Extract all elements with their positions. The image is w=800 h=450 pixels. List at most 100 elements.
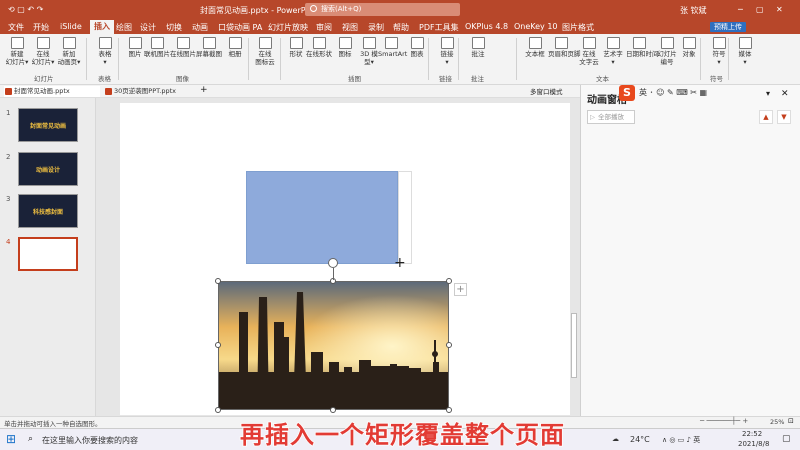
menu-item[interactable]: 帮助 [393, 22, 409, 33]
notification-icon[interactable]: ▢ [782, 434, 791, 444]
play-all-button[interactable]: ▷ 全部播放 [587, 110, 635, 124]
ribbon-group-label: 文本 [596, 75, 609, 83]
menu-item[interactable]: 插入 [90, 20, 114, 34]
fit-slide-icon[interactable]: ⊡ [788, 417, 794, 425]
sogou-ime-icon[interactable]: S [619, 85, 635, 101]
slide-thumbnail[interactable]: 动画设计 [18, 152, 78, 186]
screenshot-button[interactable]: 屏幕截图 [196, 37, 222, 58]
ribbon-group-label: 批注 [471, 75, 484, 83]
ime-toolbar[interactable]: 英 ･ ☺ ✎ ⌨ ✂ ▦ [639, 87, 707, 98]
autosave-icon[interactable]: ⟲ ▢ ↶ ↷ [8, 5, 43, 14]
weather-icon[interactable]: ☁ [612, 435, 619, 443]
zoom-level[interactable]: 25% [770, 418, 784, 426]
close-icon[interactable]: ✕ [776, 5, 783, 14]
menu-item[interactable]: 切换 [166, 22, 182, 33]
link-button[interactable]: 链接 ▾ [434, 37, 460, 66]
slide-thumbnail[interactable]: 科技感封面 [18, 194, 78, 228]
vertical-scrollbar[interactable] [570, 98, 578, 416]
online-image-button[interactable]: 在线图片 [170, 37, 196, 58]
resize-handle[interactable] [446, 407, 452, 413]
object-label: 对象 [682, 50, 696, 58]
city-photo[interactable] [218, 281, 449, 410]
resize-handle[interactable] [215, 407, 221, 413]
online-picture-icon [150, 37, 164, 49]
taskbar-search-input[interactable]: 在这里输入你要搜索的内容 [42, 435, 138, 446]
pane-close-icon[interactable]: ✕ [781, 89, 789, 99]
media-button[interactable]: 媒体 ▾ [732, 37, 758, 66]
tray-icons[interactable]: ∧ ◎ ▭ ♪ 英 [662, 435, 700, 445]
rotate-handle-icon[interactable] [328, 258, 338, 268]
menu-item[interactable]: 视图 [342, 22, 358, 33]
add-anim-page-button[interactable]: 新加 动画页▾ [56, 37, 82, 66]
slide-number-icon [660, 37, 674, 49]
doc-tab[interactable]: 30页逆袭图PPT.pptx [104, 86, 196, 97]
menu-item[interactable]: 录制 [368, 22, 384, 33]
resize-handle[interactable] [215, 278, 221, 284]
chart-button[interactable]: 图表 [404, 37, 430, 58]
rectangle-shape[interactable] [246, 171, 398, 264]
search-box[interactable]: 搜索(Alt+Q) [305, 3, 460, 16]
rotate-handle-line [333, 268, 334, 280]
header-footer-button[interactable]: 页眉和页脚 [548, 37, 581, 58]
menu-item[interactable]: 审阅 [316, 22, 332, 33]
slide-thumbnail[interactable]: 封面常见动画 [18, 108, 78, 142]
menu-item[interactable]: OKPlus 4.8 [465, 22, 508, 31]
table-button[interactable]: 表格 ▾ [92, 37, 118, 66]
menu-item[interactable]: iSlide [60, 22, 82, 31]
resize-handle[interactable] [330, 407, 336, 413]
clock-time[interactable]: 22:52 [742, 430, 762, 438]
online-image-icon [176, 37, 190, 49]
comment-button[interactable]: 批注 [465, 37, 491, 58]
icons-button[interactable]: 图标 [332, 37, 358, 58]
online-shapes-button[interactable]: 在线形状 [306, 37, 332, 58]
minimize-icon[interactable]: ─ [738, 5, 743, 14]
new-tab-icon[interactable]: + [200, 85, 208, 95]
textbox-button[interactable]: 文本框 [522, 37, 548, 58]
online-slide-icon [36, 37, 50, 49]
layout-options-icon[interactable]: + [454, 283, 467, 296]
textbox-icon [528, 37, 542, 49]
weather-temp[interactable]: 24°C [630, 435, 650, 444]
online-slide-button[interactable]: 在线 幻灯片▾ [30, 37, 56, 66]
user-name[interactable]: 张 钦斌 [680, 5, 707, 16]
menu-item[interactable]: 图片格式 [562, 22, 594, 33]
share-button[interactable]: 预精上传 [710, 22, 746, 32]
menu-item[interactable]: 口袋动画 PA [218, 22, 262, 33]
icon-cloud-button[interactable]: 在线 图标云 [252, 37, 278, 66]
slide-thumbnail[interactable] [18, 237, 78, 271]
ribbon-separator [428, 38, 429, 80]
menu-item[interactable]: OneKey 10 [514, 22, 558, 31]
menu-item[interactable]: 开始 [33, 22, 49, 33]
word-cloud-icon [582, 37, 596, 49]
menu-item[interactable]: PDF工具集 [419, 22, 459, 33]
windows-start-icon[interactable]: ⊞ [6, 433, 16, 445]
new-slide-label: 新建 幻灯片▾ [5, 50, 29, 66]
menu-item[interactable]: 动画 [192, 22, 208, 33]
word-cloud-button[interactable]: 在线 文字云 [576, 37, 602, 66]
menu-item[interactable]: 绘图 [116, 22, 132, 33]
move-up-button[interactable]: ▲ [759, 110, 773, 124]
multi-window-mode[interactable]: 多窗口模式 [530, 86, 563, 96]
scrollbar-thumb[interactable] [571, 313, 577, 378]
new-slide-button[interactable]: 新建 幻灯片▾ [4, 37, 30, 66]
resize-handle[interactable] [446, 278, 452, 284]
move-down-button[interactable]: ▼ [777, 110, 791, 124]
date-time-button[interactable]: 日期和时间 [626, 37, 659, 58]
resize-handle[interactable] [215, 342, 221, 348]
resize-handle[interactable] [446, 342, 452, 348]
zoom-slider[interactable]: ─ ──────┼─ + [700, 417, 748, 425]
ribbon-group-label: 图像 [176, 75, 189, 83]
slide-number: 1 [6, 109, 11, 117]
menu-item[interactable]: 文件 [8, 22, 24, 33]
clock-date[interactable]: 2021/8/8 [738, 440, 769, 448]
pane-dropdown-icon[interactable]: ▾ [766, 89, 770, 98]
maximize-icon[interactable]: ▢ [756, 5, 764, 14]
online-picture-button[interactable]: 联机图片 [144, 37, 170, 58]
wordart-button[interactable]: 艺术字 ▾ [600, 37, 626, 66]
menu-item[interactable]: 幻灯片放映 [268, 22, 308, 33]
album-button[interactable]: 相册 [222, 37, 248, 58]
doc-tab-active[interactable]: 封面常见动画.pptx [4, 86, 100, 97]
smartart-button[interactable]: SmartArt [378, 37, 407, 58]
object-button[interactable]: 对象 [676, 37, 702, 58]
menu-item[interactable]: 设计 [140, 22, 156, 33]
